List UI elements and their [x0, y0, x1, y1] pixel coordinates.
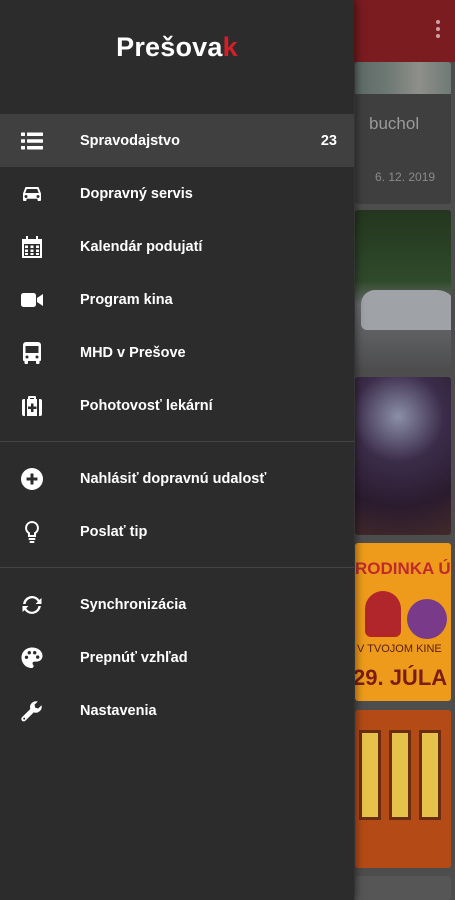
section-divider — [0, 441, 354, 442]
nav-item-prepnut-vzhlad[interactable]: Prepnúť vzhľad — [0, 631, 354, 684]
plus-circle-icon — [20, 467, 44, 491]
wrench-icon — [20, 699, 44, 723]
nav-item-label: Synchronizácia — [80, 596, 187, 613]
news-card[interactable] — [355, 377, 451, 535]
poster-title: RODINKA ÚŽA — [355, 559, 451, 578]
news-card[interactable] — [355, 210, 451, 368]
drawer-header: Prešovak — [0, 0, 354, 114]
news-card[interactable] — [355, 876, 451, 900]
nav-item-label: Kalendár podujatí — [80, 238, 203, 255]
news-thumbnail — [389, 730, 411, 820]
list-icon — [20, 129, 44, 153]
nav-item-lekarne[interactable]: Pohotovosť lekární — [0, 379, 354, 432]
nav-item-poslat-tip[interactable]: Poslať tip — [0, 505, 354, 558]
sync-icon — [20, 593, 44, 617]
news-thumbnail — [359, 730, 381, 820]
unread-count-badge: 23 — [320, 132, 337, 149]
nav-item-label: Poslať tip — [80, 523, 148, 540]
nav-item-label: Nahlásiť dopravnú udalosť — [80, 470, 267, 487]
news-thumbnail — [361, 290, 451, 330]
nav-item-label: Prepnúť vzhľad — [80, 649, 188, 666]
nav-item-mhd[interactable]: MHD v Prešove — [0, 326, 354, 379]
app-logo: Prešovak — [116, 32, 238, 62]
nav-item-program-kina[interactable]: Program kina — [0, 273, 354, 326]
poster-date: 29. JÚLA — [355, 665, 448, 690]
poster-subtitle: V TVOJOM KINE — [357, 643, 442, 655]
nav-item-label: MHD v Prešove — [80, 344, 186, 361]
news-date: 6. 12. 2019 — [375, 170, 436, 184]
nav-item-kalendar[interactable]: Kalendár podujatí — [0, 220, 354, 273]
nav-item-dopravny-servis[interactable]: Dopravný servis — [0, 167, 354, 220]
nav-item-label: Pohotovosť lekární — [80, 397, 213, 414]
nav-item-synchronizacia[interactable]: Synchronizácia — [0, 578, 354, 631]
medkit-icon — [20, 394, 44, 418]
nav-item-nastavenia[interactable]: Nastavenia — [0, 684, 354, 737]
more-options-icon[interactable] — [435, 20, 441, 40]
nav-item-spravodajstvo[interactable]: Spravodajstvo 23 — [0, 114, 354, 167]
bus-icon — [20, 341, 44, 365]
news-card[interactable]: RODINKA ÚŽA V TVOJOM KINE 29. JÚLA — [355, 543, 451, 701]
palette-icon — [20, 646, 44, 670]
video-camera-icon — [20, 288, 44, 312]
nav-item-label: Program kina — [80, 291, 173, 308]
nav-item-label: Dopravný servis — [80, 185, 193, 202]
news-thumbnail — [355, 62, 451, 94]
news-card[interactable] — [355, 710, 451, 868]
navigation-drawer: Prešovak Spravodajstvo 23 Dopravný servi… — [0, 0, 354, 900]
poster-figure — [407, 599, 447, 639]
lightbulb-icon — [20, 520, 44, 544]
news-thumbnail — [419, 730, 441, 820]
calendar-icon — [20, 235, 44, 259]
car-icon — [20, 182, 44, 206]
poster-figure — [365, 591, 401, 637]
nav-item-label: Spravodajstvo — [80, 132, 180, 149]
section-divider — [0, 567, 354, 568]
news-title: buchol — [369, 114, 420, 133]
nav-item-nahlasit-udalost[interactable]: Nahlásiť dopravnú udalosť — [0, 452, 354, 505]
nav-item-label: Nastavenia — [80, 702, 157, 719]
